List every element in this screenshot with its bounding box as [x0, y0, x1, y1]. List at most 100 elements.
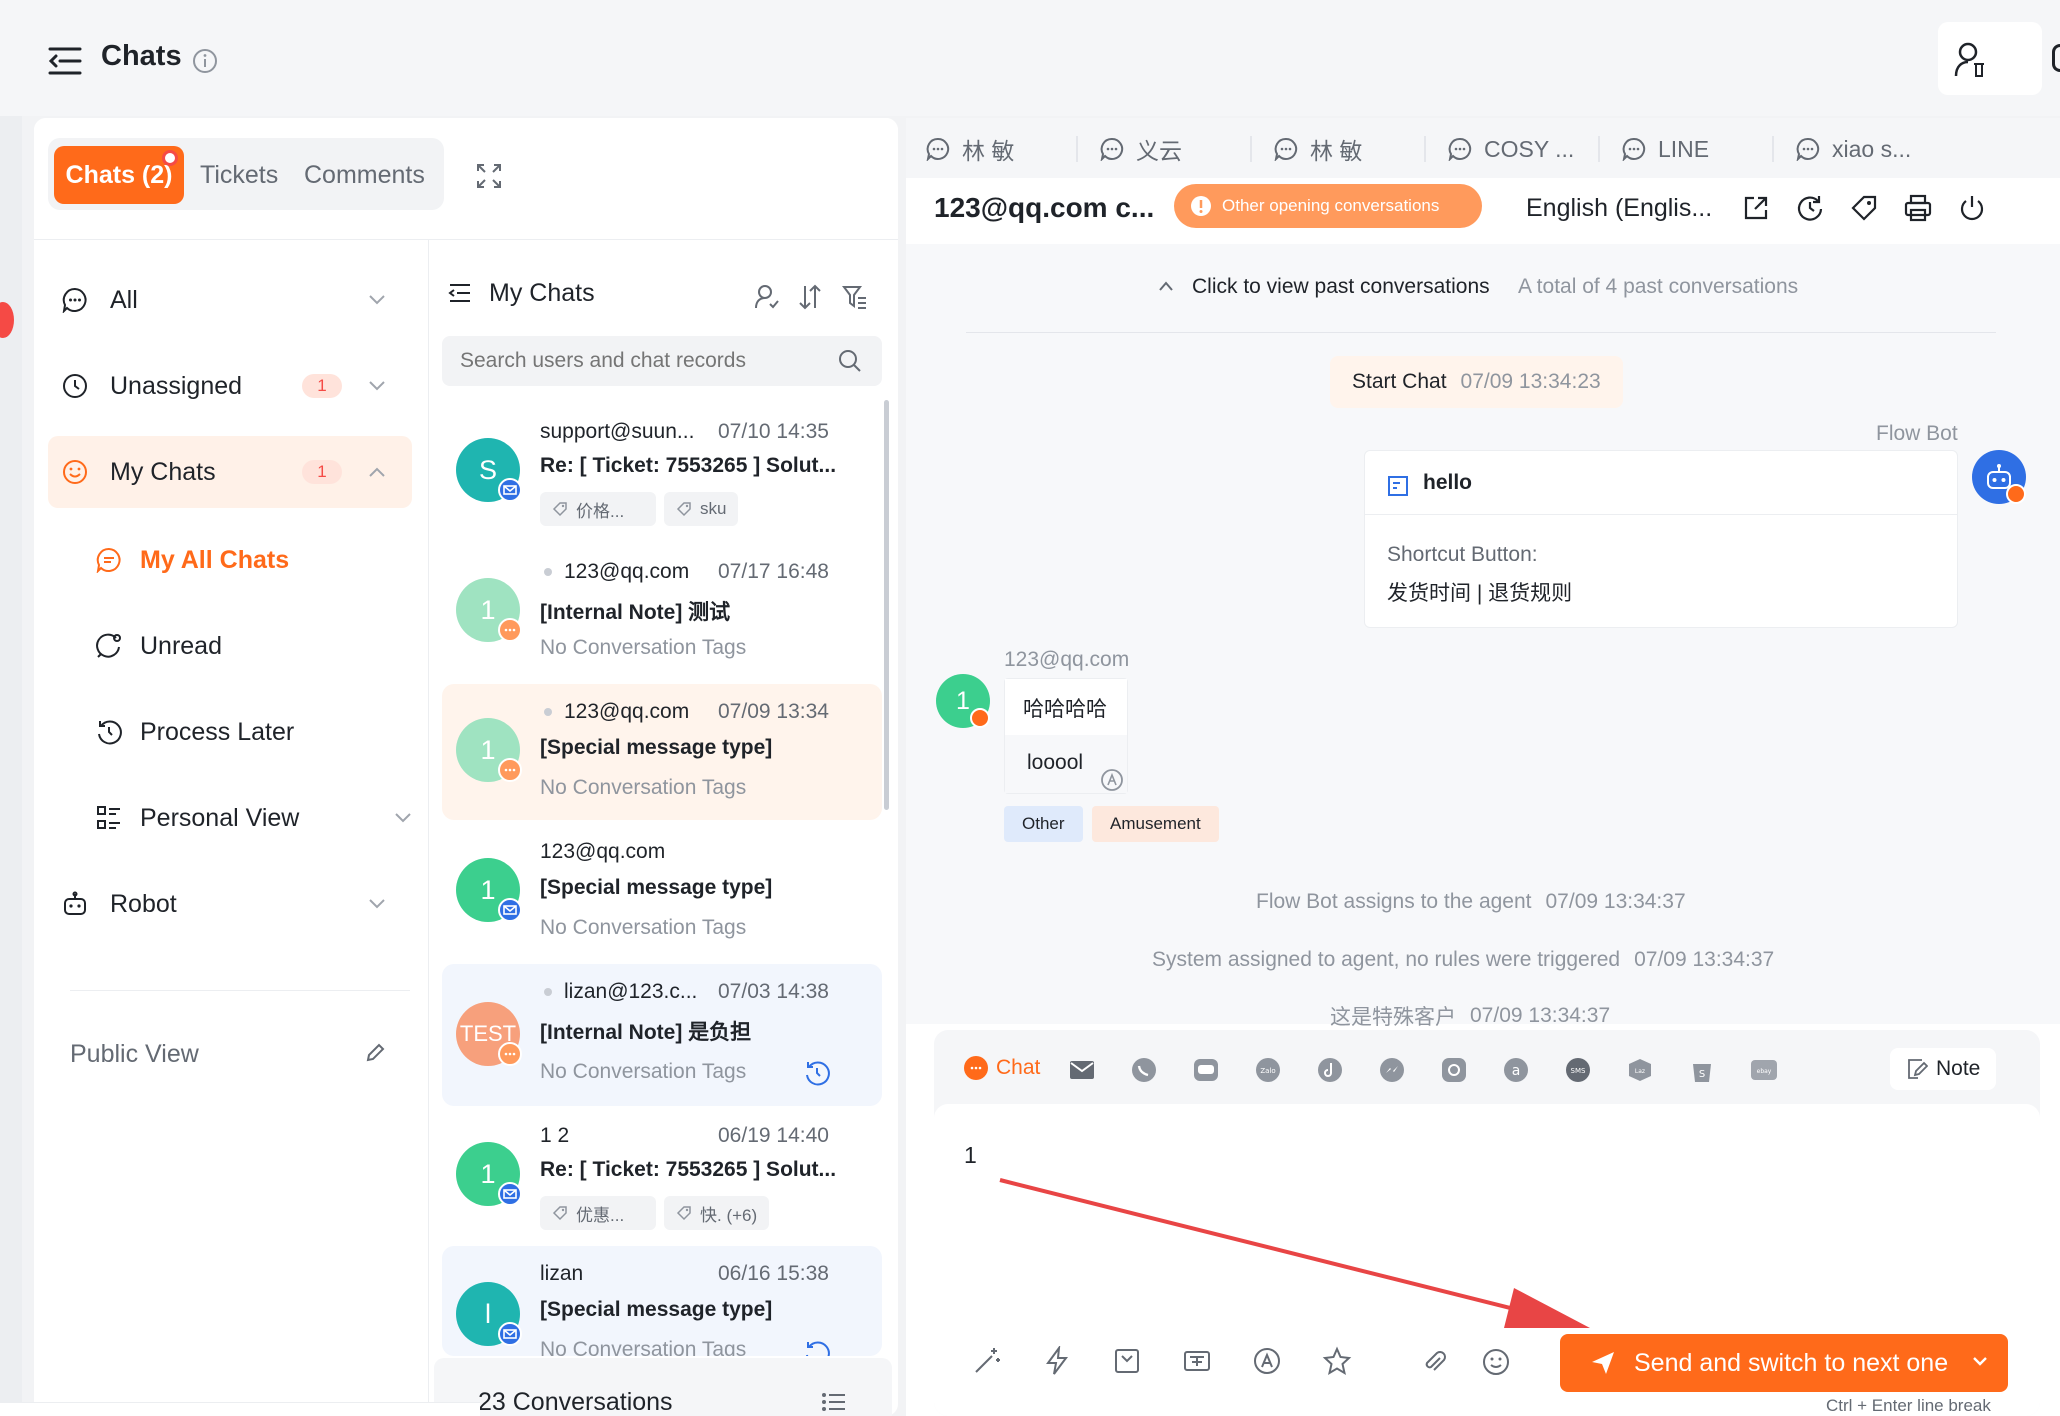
- lightning-icon[interactable]: [1042, 1346, 1072, 1376]
- list-menu-icon[interactable]: [448, 282, 472, 304]
- list-item[interactable]: 1 123@qq.com 07/17 16:48 [Internal Note]…: [442, 544, 882, 680]
- print-icon[interactable]: [1904, 194, 1932, 222]
- cut-off-icon[interactable]: [2052, 44, 2060, 72]
- channel-chat-label: Chat: [996, 1056, 1041, 1079]
- conversation-tags: No Conversation Tags: [540, 776, 747, 799]
- sort-icon[interactable]: [798, 284, 822, 310]
- star-icon[interactable]: [1322, 1346, 1352, 1376]
- agent-status-icon[interactable]: [1954, 42, 1988, 78]
- nav-unassigned[interactable]: Unassigned 1: [48, 350, 412, 422]
- bot-name: Flow Bot: [1876, 422, 1958, 445]
- note-button[interactable]: Note: [1890, 1048, 1997, 1090]
- conv-tab[interactable]: LINE: [1622, 136, 1772, 163]
- amazon-icon[interactable]: a: [1502, 1056, 1530, 1084]
- nav-all-label: All: [110, 285, 138, 314]
- note-icon: [1908, 1059, 1928, 1079]
- nav-process-later[interactable]: Process Later: [96, 702, 294, 762]
- power-icon[interactable]: [1958, 194, 1986, 222]
- lazada-icon[interactable]: Laz: [1626, 1056, 1654, 1084]
- send-and-next-button[interactable]: Send and switch to next one: [1560, 1334, 2008, 1392]
- share-icon[interactable]: [1742, 194, 1770, 222]
- nav-my-chats[interactable]: My Chats 1: [48, 436, 412, 508]
- edit-icon[interactable]: [364, 1042, 386, 1064]
- translate-icon[interactable]: [1100, 768, 1124, 792]
- conv-tab[interactable]: 义云: [1100, 132, 1250, 166]
- process-later-icon[interactable]: [804, 1060, 830, 1086]
- filter-icon[interactable]: [842, 284, 868, 310]
- list-item-selected[interactable]: 1 123@qq.com 07/09 13:34 [Special messag…: [442, 684, 882, 820]
- zalo-icon[interactable]: Zalo: [1254, 1056, 1282, 1084]
- email-icon[interactable]: [1068, 1058, 1096, 1082]
- chevron-down-icon[interactable]: [394, 812, 412, 824]
- user-message-bubble[interactable]: 哈哈哈哈: [1005, 679, 1127, 735]
- whatsapp-icon[interactable]: [1130, 1056, 1158, 1084]
- send-button-label: Send and switch to next one: [1634, 1348, 1949, 1377]
- instagram-icon[interactable]: [1440, 1056, 1468, 1084]
- list-item[interactable]: S support@suun... 07/10 14:35 Re: [ Tick…: [442, 404, 882, 540]
- conv-tab[interactable]: xiao s...: [1796, 136, 1946, 163]
- conv-tab[interactable]: 林 敏: [1274, 132, 1424, 166]
- messenger-icon[interactable]: [1378, 1056, 1406, 1084]
- template-icon[interactable]: [1182, 1346, 1212, 1376]
- line-icon[interactable]: [1192, 1056, 1220, 1084]
- search-icon[interactable]: [838, 349, 862, 373]
- chevron-down-icon[interactable]: [368, 380, 386, 392]
- info-icon[interactable]: [192, 48, 218, 74]
- nav-my-all-chats[interactable]: My All Chats: [96, 530, 289, 590]
- tag-icon: [552, 501, 568, 517]
- chevron-down-icon[interactable]: [368, 294, 386, 306]
- ebay-icon[interactable]: ebay: [1750, 1056, 1778, 1084]
- tiktok-icon[interactable]: [1316, 1056, 1344, 1084]
- contact-name: lizan: [540, 1262, 584, 1285]
- menu-collapse-icon[interactable]: [48, 46, 82, 76]
- start-chat-time: 07/09 13:34:23: [1460, 370, 1601, 393]
- emoji-icon[interactable]: [1482, 1348, 1510, 1376]
- tab-tickets[interactable]: Tickets: [200, 161, 278, 190]
- svg-text:ebay: ebay: [1757, 1068, 1772, 1075]
- assign-user-icon[interactable]: [754, 284, 780, 310]
- other-opening-badge[interactable]: Other opening conversations: [1174, 184, 1482, 228]
- list-item[interactable]: 1 1 2 06/19 14:40 Re: [ Ticket: 7553265 …: [442, 1110, 882, 1246]
- channel-chat-tab[interactable]: Chat: [964, 1056, 1040, 1080]
- process-later-icon[interactable]: [804, 1340, 830, 1356]
- chat-channel-icon: [498, 618, 522, 642]
- chevron-down-icon[interactable]: [368, 898, 386, 910]
- search-input[interactable]: [460, 336, 820, 386]
- attachment-icon[interactable]: [1420, 1348, 1448, 1376]
- nav-robot[interactable]: Robot: [48, 868, 412, 940]
- conv-tab[interactable]: COSY ...: [1448, 136, 1598, 163]
- list-scrollbar[interactable]: [884, 400, 889, 810]
- expand-icon[interactable]: [476, 163, 502, 189]
- nav-all[interactable]: All: [48, 264, 412, 336]
- shortcut-buttons[interactable]: 发货时间 | 退货规则: [1387, 577, 1572, 607]
- search-box[interactable]: [442, 336, 882, 386]
- bot-card-title: hello: [1423, 471, 1473, 494]
- shopify-icon[interactable]: S: [1688, 1056, 1716, 1084]
- conv-tab[interactable]: 林 敏: [926, 132, 1076, 166]
- nav-personal-view-label: Personal View: [140, 803, 300, 832]
- tab-comments[interactable]: Comments: [304, 161, 425, 190]
- chevron-down-icon[interactable]: [1972, 1356, 1988, 1368]
- nav-personal-view[interactable]: Personal View: [96, 788, 412, 848]
- translate-icon[interactable]: [1252, 1346, 1282, 1376]
- nav-unread[interactable]: Unread: [96, 616, 222, 676]
- chevron-up-icon[interactable]: [368, 466, 386, 478]
- list-options-icon[interactable]: [822, 1392, 846, 1412]
- chevron-up-icon[interactable]: [1158, 280, 1174, 292]
- language-select[interactable]: English (Englis...: [1526, 194, 1712, 223]
- conversation-tags: No Conversation Tags: [540, 1338, 747, 1356]
- view-past-conversations-link[interactable]: Click to view past conversations: [1192, 275, 1490, 299]
- list-item[interactable]: 1 123@qq.com [Special message type] No C…: [442, 824, 882, 960]
- message-input[interactable]: 1: [964, 1142, 1864, 1169]
- magic-wand-icon[interactable]: [972, 1346, 1002, 1376]
- list-item[interactable]: TEST lizan@123.c... 07/03 14:38 [Interna…: [442, 964, 882, 1106]
- timestamp: 06/19 14:40: [718, 1124, 829, 1147]
- sms-icon[interactable]: SMS: [1564, 1056, 1592, 1084]
- tag-icon[interactable]: [1850, 194, 1878, 222]
- smile-chat-icon: [62, 459, 88, 485]
- system-event: System assigned to agent, no rules were …: [1152, 948, 1774, 972]
- archive-icon[interactable]: [1112, 1346, 1142, 1376]
- list-item[interactable]: l lizan 06/16 15:38 [Special message typ…: [442, 1246, 882, 1356]
- conv-tab-label: 林 敏: [1310, 138, 1363, 164]
- history-icon[interactable]: [1796, 194, 1824, 222]
